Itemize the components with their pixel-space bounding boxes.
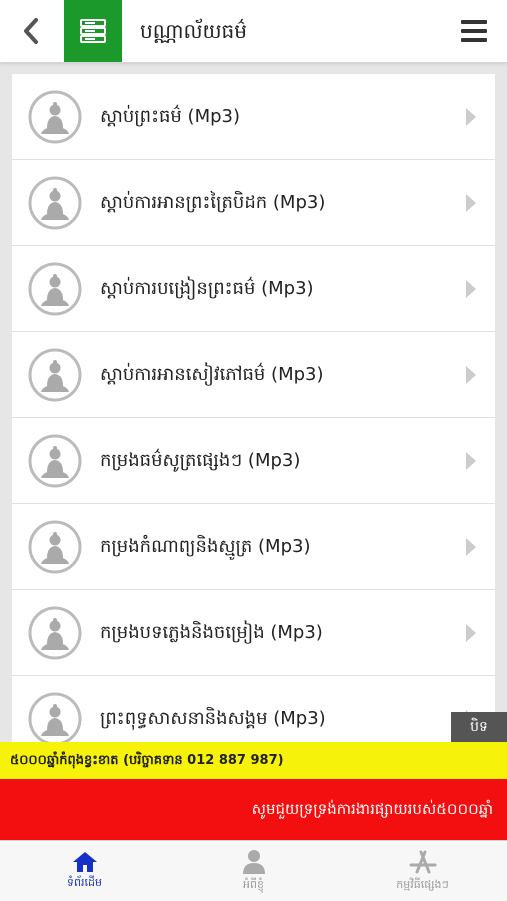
list-item-label: ព្រះពុទ្ធសាសនានិងសង្គម (Mp3): [100, 708, 326, 729]
tab-label: អំពីខ្ញុំ: [243, 877, 264, 891]
list-item[interactable]: ស្តាប់ការអានសៀវភៅធម៌ (Mp3): [12, 332, 495, 418]
section-icon-box[interactable]: [64, 0, 122, 62]
server-list-icon: [80, 19, 106, 43]
list-item[interactable]: កម្រងកំណាព្យនិងស្មូត្រ (Mp3): [12, 504, 495, 590]
app-store-icon: [409, 850, 436, 873]
buddha-icon: [28, 434, 82, 488]
buddha-icon: [28, 692, 82, 742]
list-item[interactable]: ស្តាប់ការអានព្រះត្រៃបិដក (Mp3): [12, 160, 495, 246]
buddha-icon: [28, 90, 82, 144]
library-list: ស្តាប់ព្រះធម៌ (Mp3) ស្តាប់ការអានព្រះត្រៃ…: [12, 74, 495, 742]
donation-banner[interactable]: ៥០០០ឆ្នាំកំពុងខ្វះខាត (បរិច្ចាគទាន 012 8…: [0, 742, 507, 779]
bottom-tab-bar: ទំព័រដើម អំពីខ្ញុំ កម្មវិធីផ្សេងៗ: [0, 840, 507, 901]
chevron-right-icon: [466, 624, 476, 642]
hamburger-menu-icon: [461, 20, 487, 42]
list-item-label: ស្តាប់ព្រះធម៌ (Mp3): [100, 106, 241, 127]
top-bar: បណ្ណាល័យធម៌: [0, 0, 507, 63]
chevron-right-icon: [466, 108, 476, 126]
tab-other-apps[interactable]: កម្មវិធីផ្សេងៗ: [338, 841, 507, 901]
tab-about[interactable]: អំពីខ្ញុំ: [169, 841, 338, 901]
chevron-right-icon: [466, 538, 476, 556]
list-item-label: កម្រងកំណាព្យនិងស្មូត្រ (Mp3): [100, 536, 311, 557]
tab-home[interactable]: ទំព័រដើម: [0, 841, 169, 901]
buddha-icon: [28, 262, 82, 316]
list-item-label: កម្រងបទភ្លេងនិងចម្រៀង (Mp3): [100, 622, 323, 643]
page-title: បណ្ណាល័យធម៌: [140, 19, 247, 43]
chevron-left-icon: [24, 18, 38, 44]
support-marquee[interactable]: សូមជួយទ្រទ្រង់ការងារផ្សាយរបស់៥០០០ឆ្នាំ: [0, 779, 507, 840]
list-item[interactable]: ស្តាប់ព្រះធម៌ (Mp3): [12, 74, 495, 160]
buddha-icon: [28, 176, 82, 230]
tab-label: ទំព័រដើម: [67, 875, 102, 889]
user-icon: [242, 849, 265, 874]
buddha-icon: [28, 606, 82, 660]
close-banner-button[interactable]: បិទ: [451, 712, 507, 742]
list-item-label: ស្តាប់ការអានសៀវភៅធម៌ (Mp3): [100, 364, 324, 385]
list-item[interactable]: កម្រងធម៌សូត្រផ្សេងៗ (Mp3): [12, 418, 495, 504]
home-icon: [72, 851, 97, 872]
list-item-label: កម្រងធម៌សូត្រផ្សេងៗ (Mp3): [100, 450, 301, 471]
chevron-right-icon: [466, 366, 476, 384]
buddha-icon: [28, 520, 82, 574]
list-item[interactable]: ព្រះពុទ្ធសាសនានិងសង្គម (Mp3): [12, 676, 495, 742]
list-item[interactable]: ស្តាប់ការបង្រៀនព្រះធម៌ (Mp3): [12, 246, 495, 332]
chevron-right-icon: [466, 280, 476, 298]
list-item-label: ស្តាប់ការបង្រៀនព្រះធម៌ (Mp3): [100, 278, 314, 299]
list-item[interactable]: កម្រងបទភ្លេងនិងចម្រៀង (Mp3): [12, 590, 495, 676]
tab-label: កម្មវិធីផ្សេងៗ: [396, 877, 449, 891]
list-item-label: ស្តាប់ការអានព្រះត្រៃបិដក (Mp3): [100, 192, 326, 213]
chevron-right-icon: [466, 452, 476, 470]
chevron-right-icon: [466, 194, 476, 212]
buddha-icon: [28, 348, 82, 402]
menu-button[interactable]: [459, 16, 489, 46]
back-button[interactable]: [0, 0, 62, 62]
